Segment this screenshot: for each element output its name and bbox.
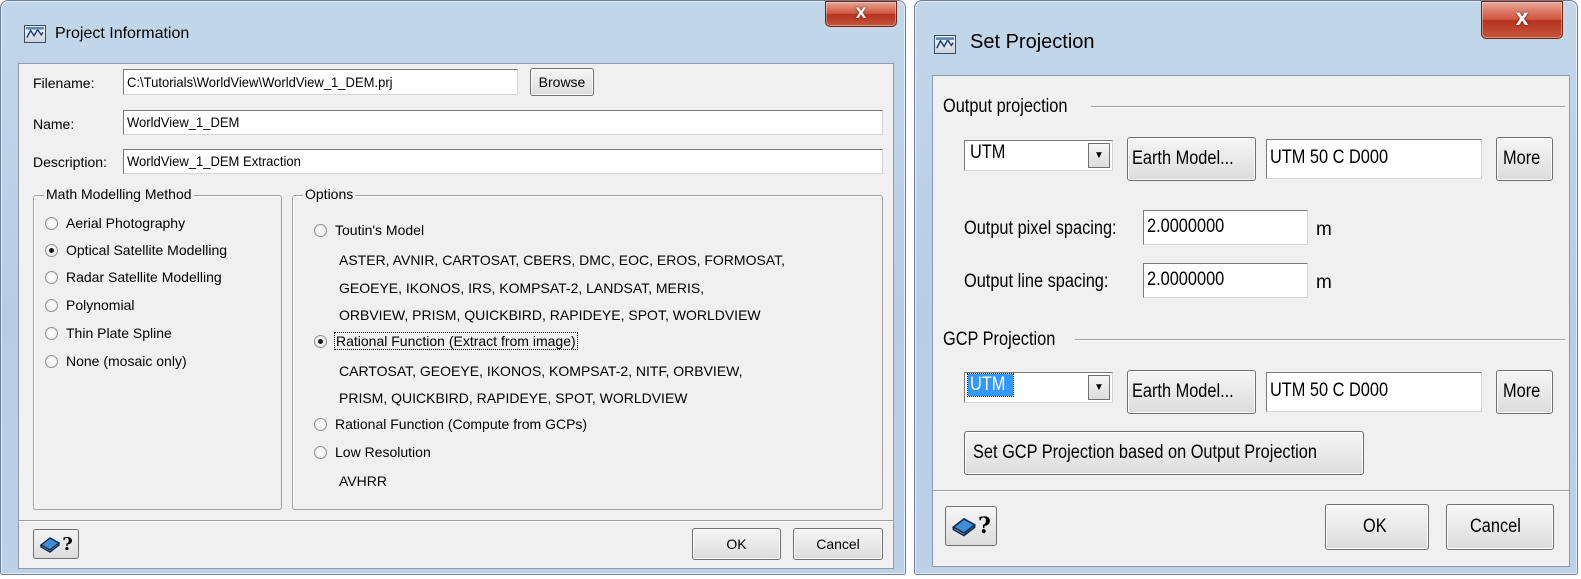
app-icon (934, 35, 956, 54)
radio-icon (45, 216, 58, 230)
radio-selected-icon (314, 334, 327, 348)
radio-rational-function-extract[interactable]: Rational Function (Extract from image) (314, 332, 578, 350)
line-spacing-unit: m (1316, 272, 1332, 293)
dialog-client-area: Output projection UTM ▼ Earth Model... U… (932, 75, 1570, 567)
description-field[interactable]: WorldView_1_DEM Extraction (123, 149, 883, 174)
output-projection-group-title: Output projection (943, 96, 1068, 117)
math-modelling-group-title: Math Modelling Method (44, 186, 194, 202)
pixel-spacing-field[interactable]: 2.0000000 (1143, 210, 1308, 245)
radio-toutins-model[interactable]: Toutin's Model (314, 222, 424, 238)
set-projection-window: Set Projection X Output projection UTM ▼… (914, 0, 1578, 575)
gcp-projection-group-title: GCP Projection (943, 329, 1056, 350)
pixel-spacing-unit: m (1316, 219, 1332, 240)
more-button[interactable]: More (1496, 137, 1553, 181)
cancel-button[interactable]: Cancel (1446, 504, 1554, 550)
radio-low-resolution[interactable]: Low Resolution (314, 444, 431, 460)
close-button[interactable]: X (1481, 1, 1563, 39)
radio-optical-satellite-modelling[interactable]: Optical Satellite Modelling (45, 242, 227, 258)
radio-icon (45, 270, 58, 284)
line-spacing-field[interactable]: 2.0000000 (1143, 263, 1308, 298)
radio-aerial-photography[interactable]: Aerial Photography (45, 215, 185, 231)
radio-thin-plate-spline[interactable]: Thin Plate Spline (45, 325, 172, 341)
gcp-more-button[interactable]: More (1496, 370, 1553, 414)
rf-extract-sensors-line-2: PRISM, QUICKBIRD, RAPIDEYE, SPOT, WORLDV… (339, 390, 688, 406)
output-projection-group-line (1091, 106, 1565, 108)
window-title: Project Information (55, 25, 190, 42)
math-modelling-group: Math Modelling Method Aerial Photography… (33, 186, 282, 510)
browse-button[interactable]: Browse (530, 68, 594, 96)
title-bar[interactable]: Set Projection (915, 1, 1577, 71)
radio-icon (45, 298, 58, 312)
earth-model-button[interactable]: Earth Model... (1127, 137, 1256, 181)
name-field[interactable]: WorldView_1_DEM (123, 110, 883, 135)
chevron-down-icon: ▼ (1088, 375, 1110, 400)
radio-rational-function-compute[interactable]: Rational Function (Compute from GCPs) (314, 416, 587, 432)
filename-field[interactable]: C:\Tutorials\WorldView\WorldView_1_DEM.p… (123, 69, 518, 95)
low-res-sensors-line-1: AVHRR (339, 473, 387, 489)
bottom-separator (933, 490, 1569, 492)
title-bar[interactable]: Project Information (1, 1, 905, 63)
filename-label: Filename: (33, 75, 95, 91)
radio-icon (314, 417, 327, 431)
name-label: Name: (33, 116, 75, 132)
close-button[interactable]: X (825, 1, 897, 27)
toutin-sensors-line-3: ORBVIEW, PRISM, QUICKBIRD, RAPIDEYE, SPO… (339, 307, 761, 323)
gcp-earth-model-button[interactable]: Earth Model... (1127, 370, 1256, 414)
radio-selected-icon (45, 243, 58, 257)
ok-button[interactable]: OK (1325, 504, 1429, 550)
close-icon: X (855, 6, 867, 22)
close-icon: X (1515, 10, 1529, 30)
set-gcp-projection-button[interactable]: Set GCP Projection based on Output Proje… (964, 431, 1364, 475)
window-title: Set Projection (970, 31, 1095, 53)
options-group: Options Toutin's Model ASTER, AVNIR, CAR… (292, 186, 883, 510)
radio-icon (45, 354, 58, 368)
rf-extract-sensors-line-1: CARTOSAT, GEOEYE, IKONOS, KOMPSAT-2, NIT… (339, 363, 743, 379)
toutin-sensors-line-2: GEOEYE, IKONOS, IRS, KOMPSAT-2, LANDSAT,… (339, 280, 705, 296)
radio-icon (314, 223, 327, 237)
app-icon (24, 25, 46, 43)
radio-radar-satellite-modelling[interactable]: Radar Satellite Modelling (45, 269, 222, 285)
gcp-zone-field[interactable]: UTM 50 C D000 (1266, 372, 1482, 412)
cancel-button[interactable]: Cancel (793, 528, 883, 560)
output-projection-select[interactable]: UTM ▼ (964, 140, 1113, 171)
description-label: Description: (33, 154, 107, 170)
radio-icon (314, 445, 327, 459)
gcp-projection-select[interactable]: UTM ▼ (964, 372, 1113, 403)
options-group-title: Options (303, 186, 356, 202)
help-button[interactable]: ? (33, 529, 79, 559)
dialog-client-area: Filename: C:\Tutorials\WorldView\WorldVi… (18, 63, 894, 569)
chevron-down-icon: ▼ (1088, 143, 1110, 168)
output-zone-field[interactable]: UTM 50 C D000 (1266, 139, 1482, 179)
radio-icon (45, 326, 58, 340)
help-button[interactable]: ? (945, 506, 997, 546)
project-information-window: Project Information X Filename: C:\Tutor… (0, 0, 906, 575)
line-spacing-label: Output line spacing: (964, 271, 1109, 292)
gcp-projection-group-line (1075, 339, 1565, 341)
radio-none-mosaic-only[interactable]: None (mosaic only) (45, 353, 187, 369)
help-book-icon (951, 517, 977, 537)
bottom-separator (19, 520, 893, 522)
pixel-spacing-label: Output pixel spacing: (964, 218, 1117, 239)
help-book-icon (39, 537, 61, 553)
radio-polynomial[interactable]: Polynomial (45, 297, 134, 313)
ok-button[interactable]: OK (692, 528, 781, 560)
toutin-sensors-line-1: ASTER, AVNIR, CARTOSAT, CBERS, DMC, EOC,… (339, 252, 785, 268)
